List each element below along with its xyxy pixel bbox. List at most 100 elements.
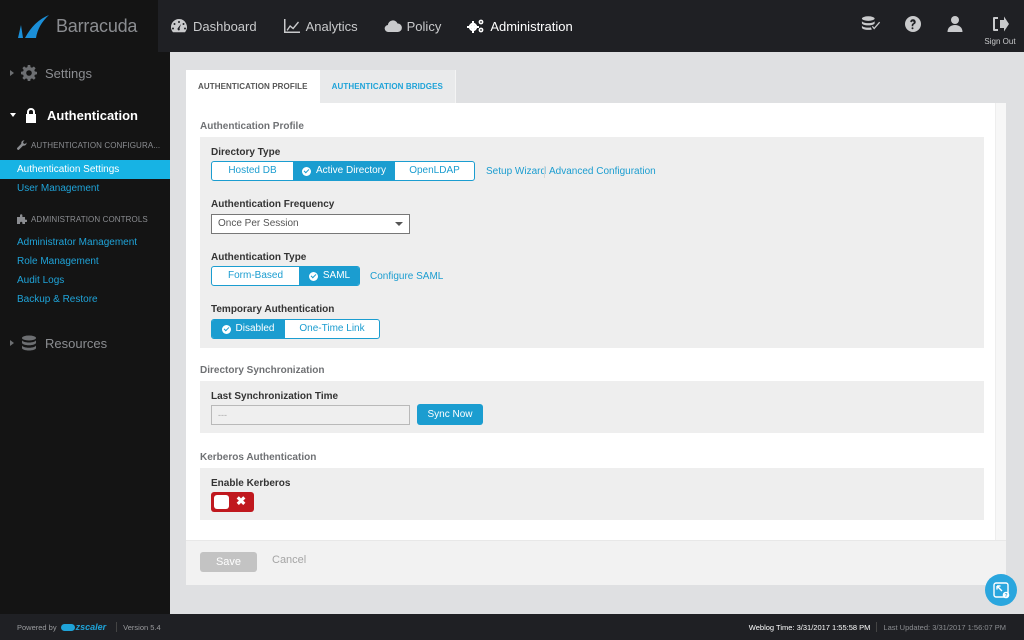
sidebar-section-resources[interactable]: Resources <box>0 324 170 362</box>
option-label: Form-Based <box>227 270 283 281</box>
svg-text:?: ? <box>1004 593 1007 599</box>
toggle-knob <box>214 495 229 509</box>
save-button[interactable]: Save <box>200 552 257 572</box>
auth-type-form-based[interactable]: Form-Based <box>212 267 299 285</box>
dashboard-icon <box>171 19 187 33</box>
main-content: AUTHENTICATION PROFILE AUTHENTICATION BR… <box>186 70 1006 585</box>
admin-controls-header: ADMINISTRATION CONTROLS <box>0 208 170 230</box>
puzzle-icon <box>17 214 27 224</box>
close-icon: ✖ <box>236 494 247 508</box>
auth-frequency-select[interactable]: Once Per Session <box>211 214 410 234</box>
last-sync-time-field[interactable] <box>211 405 410 425</box>
option-label: Disabled <box>235 323 275 334</box>
chart-line-icon <box>283 19 300 33</box>
panel-scrollbar[interactable] <box>995 103 1006 540</box>
nav-label: Analytics <box>305 18 358 34</box>
sidebar-section-authentication[interactable]: Authentication <box>0 96 170 134</box>
check-circle-icon <box>221 324 231 334</box>
enable-kerberos-toggle[interactable]: ✖ <box>211 492 254 512</box>
enable-kerberos-label: Enable Kerberos <box>211 478 291 489</box>
advanced-configuration-link[interactable]: Advanced Configuration <box>549 166 656 177</box>
sidebar-section-label: Resources <box>45 335 108 351</box>
auth-type-label: Authentication Type <box>211 252 307 263</box>
option-label: Hosted DB <box>228 165 277 176</box>
sign-out-icon <box>993 16 1009 32</box>
footer-right: Weblog Time: 3/31/2017 1:55:58 PM Last U… <box>749 622 1006 632</box>
sidebar: Settings Authentication AUTHENTICATION C… <box>0 52 170 614</box>
divider <box>116 622 118 632</box>
main-nav: Dashboard Analytics Policy Administratio… <box>170 0 599 52</box>
help-button[interactable] <box>892 0 934 52</box>
chevron-down-icon <box>395 222 403 226</box>
database-status-button[interactable] <box>850 0 892 52</box>
sync-now-button[interactable]: Sync Now <box>417 404 483 425</box>
sidebar-item-backup-restore[interactable]: Backup & Restore <box>0 290 170 309</box>
directory-type-selector: Hosted DB Active Directory OpenLDAP <box>211 161 475 181</box>
user-icon <box>947 16 963 32</box>
sidebar-section-label: Authentication <box>47 107 138 123</box>
option-label: SAML <box>322 270 351 281</box>
lock-icon <box>26 108 36 123</box>
barracuda-logo-icon <box>18 15 49 38</box>
nav-policy[interactable]: Policy <box>384 18 441 34</box>
nav-analytics[interactable]: Analytics <box>283 18 358 34</box>
directory-type-openldap[interactable]: OpenLDAP <box>394 162 474 180</box>
authentication-profile-box: Directory Type Hosted DB Active Director… <box>200 137 984 348</box>
footer-left: Powered by zscaler Version 5.4 <box>17 622 161 632</box>
temp-auth-one-time-link[interactable]: One-Time Link <box>284 320 379 338</box>
option-label: One-Time Link <box>299 323 365 334</box>
temp-auth-label: Temporary Authentication <box>211 304 335 315</box>
sidebar-section-settings[interactable]: Settings <box>0 54 170 92</box>
tab-bar: AUTHENTICATION PROFILE AUTHENTICATION BR… <box>186 70 1006 103</box>
brand-logo[interactable]: Barracuda <box>0 0 158 52</box>
sidebar-item-user-management[interactable]: User Management <box>0 179 170 198</box>
directory-sync-box: Last Synchronization Time Sync Now <box>200 381 984 433</box>
check-circle-icon <box>301 166 311 176</box>
nav-administration[interactable]: Administration <box>467 18 573 34</box>
option-label: OpenLDAP <box>409 165 460 176</box>
temp-auth-selector: Disabled One-Time Link <box>211 319 380 339</box>
sidebar-item-audit-logs[interactable]: Audit Logs <box>0 271 170 290</box>
cancel-button[interactable]: Cancel <box>272 554 306 566</box>
auth-frequency-value: Once Per Session <box>218 218 299 229</box>
directory-type-active-directory[interactable]: Active Directory <box>293 162 394 180</box>
wrench-icon <box>17 140 27 150</box>
sidebar-item-role-management[interactable]: Role Management <box>0 252 170 271</box>
sidebar-section-label: Settings <box>45 65 92 81</box>
temp-auth-disabled[interactable]: Disabled <box>212 320 284 338</box>
user-profile-button[interactable] <box>934 0 976 52</box>
sidebar-item-authentication-settings[interactable]: Authentication Settings <box>0 160 170 179</box>
last-sync-label: Last Synchronization Time <box>211 391 339 402</box>
auth-type-saml[interactable]: SAML <box>299 267 359 285</box>
zscaler-name: zscaler <box>75 622 107 632</box>
nav-dashboard[interactable]: Dashboard <box>170 18 257 34</box>
cloud-icon <box>384 20 402 33</box>
zscaler-logo: zscaler <box>60 622 107 632</box>
powered-by-label: Powered by <box>17 622 57 632</box>
section-title-authentication-profile: Authentication Profile <box>200 121 304 132</box>
caret-right-icon <box>10 340 14 346</box>
settings-panel: Authentication Profile Directory Type Ho… <box>186 103 995 540</box>
tab-authentication-profile[interactable]: AUTHENTICATION PROFILE <box>186 70 320 103</box>
sign-out-button[interactable]: Sign Out <box>976 0 1024 52</box>
weblog-time: Weblog Time: 3/31/2017 1:55:58 PM <box>748 622 871 632</box>
help-icon <box>905 16 921 32</box>
kerberos-box: Enable Kerberos ✖ <box>200 468 984 520</box>
sidebar-item-administrator-management[interactable]: Administrator Management <box>0 233 170 252</box>
directory-type-hosted-db[interactable]: Hosted DB <box>212 162 293 180</box>
brand-name: Barracuda <box>56 15 138 36</box>
floating-help-button[interactable]: ? <box>985 574 1017 606</box>
zscaler-logo-icon <box>60 623 75 631</box>
configure-saml-link[interactable]: Configure SAML <box>370 271 443 282</box>
tab-authentication-bridges[interactable]: AUTHENTICATION BRIDGES <box>319 70 456 103</box>
setup-wizard-link[interactable]: Setup Wizard <box>486 166 546 177</box>
directory-type-label: Directory Type <box>211 147 281 158</box>
auth-type-selector: Form-Based SAML <box>211 266 360 286</box>
version-label: Version 5.4 <box>123 622 161 632</box>
database-icon <box>22 335 36 351</box>
divider <box>876 622 878 632</box>
top-bar: Barracuda Dashboard Analytics Policy Adm… <box>0 0 1024 52</box>
check-circle-icon <box>308 271 318 281</box>
auth-config-header: AUTHENTICATION CONFIGURA... <box>0 134 170 156</box>
last-updated: Last Updated: 3/31/2017 1:56:07 PM <box>883 622 1006 632</box>
